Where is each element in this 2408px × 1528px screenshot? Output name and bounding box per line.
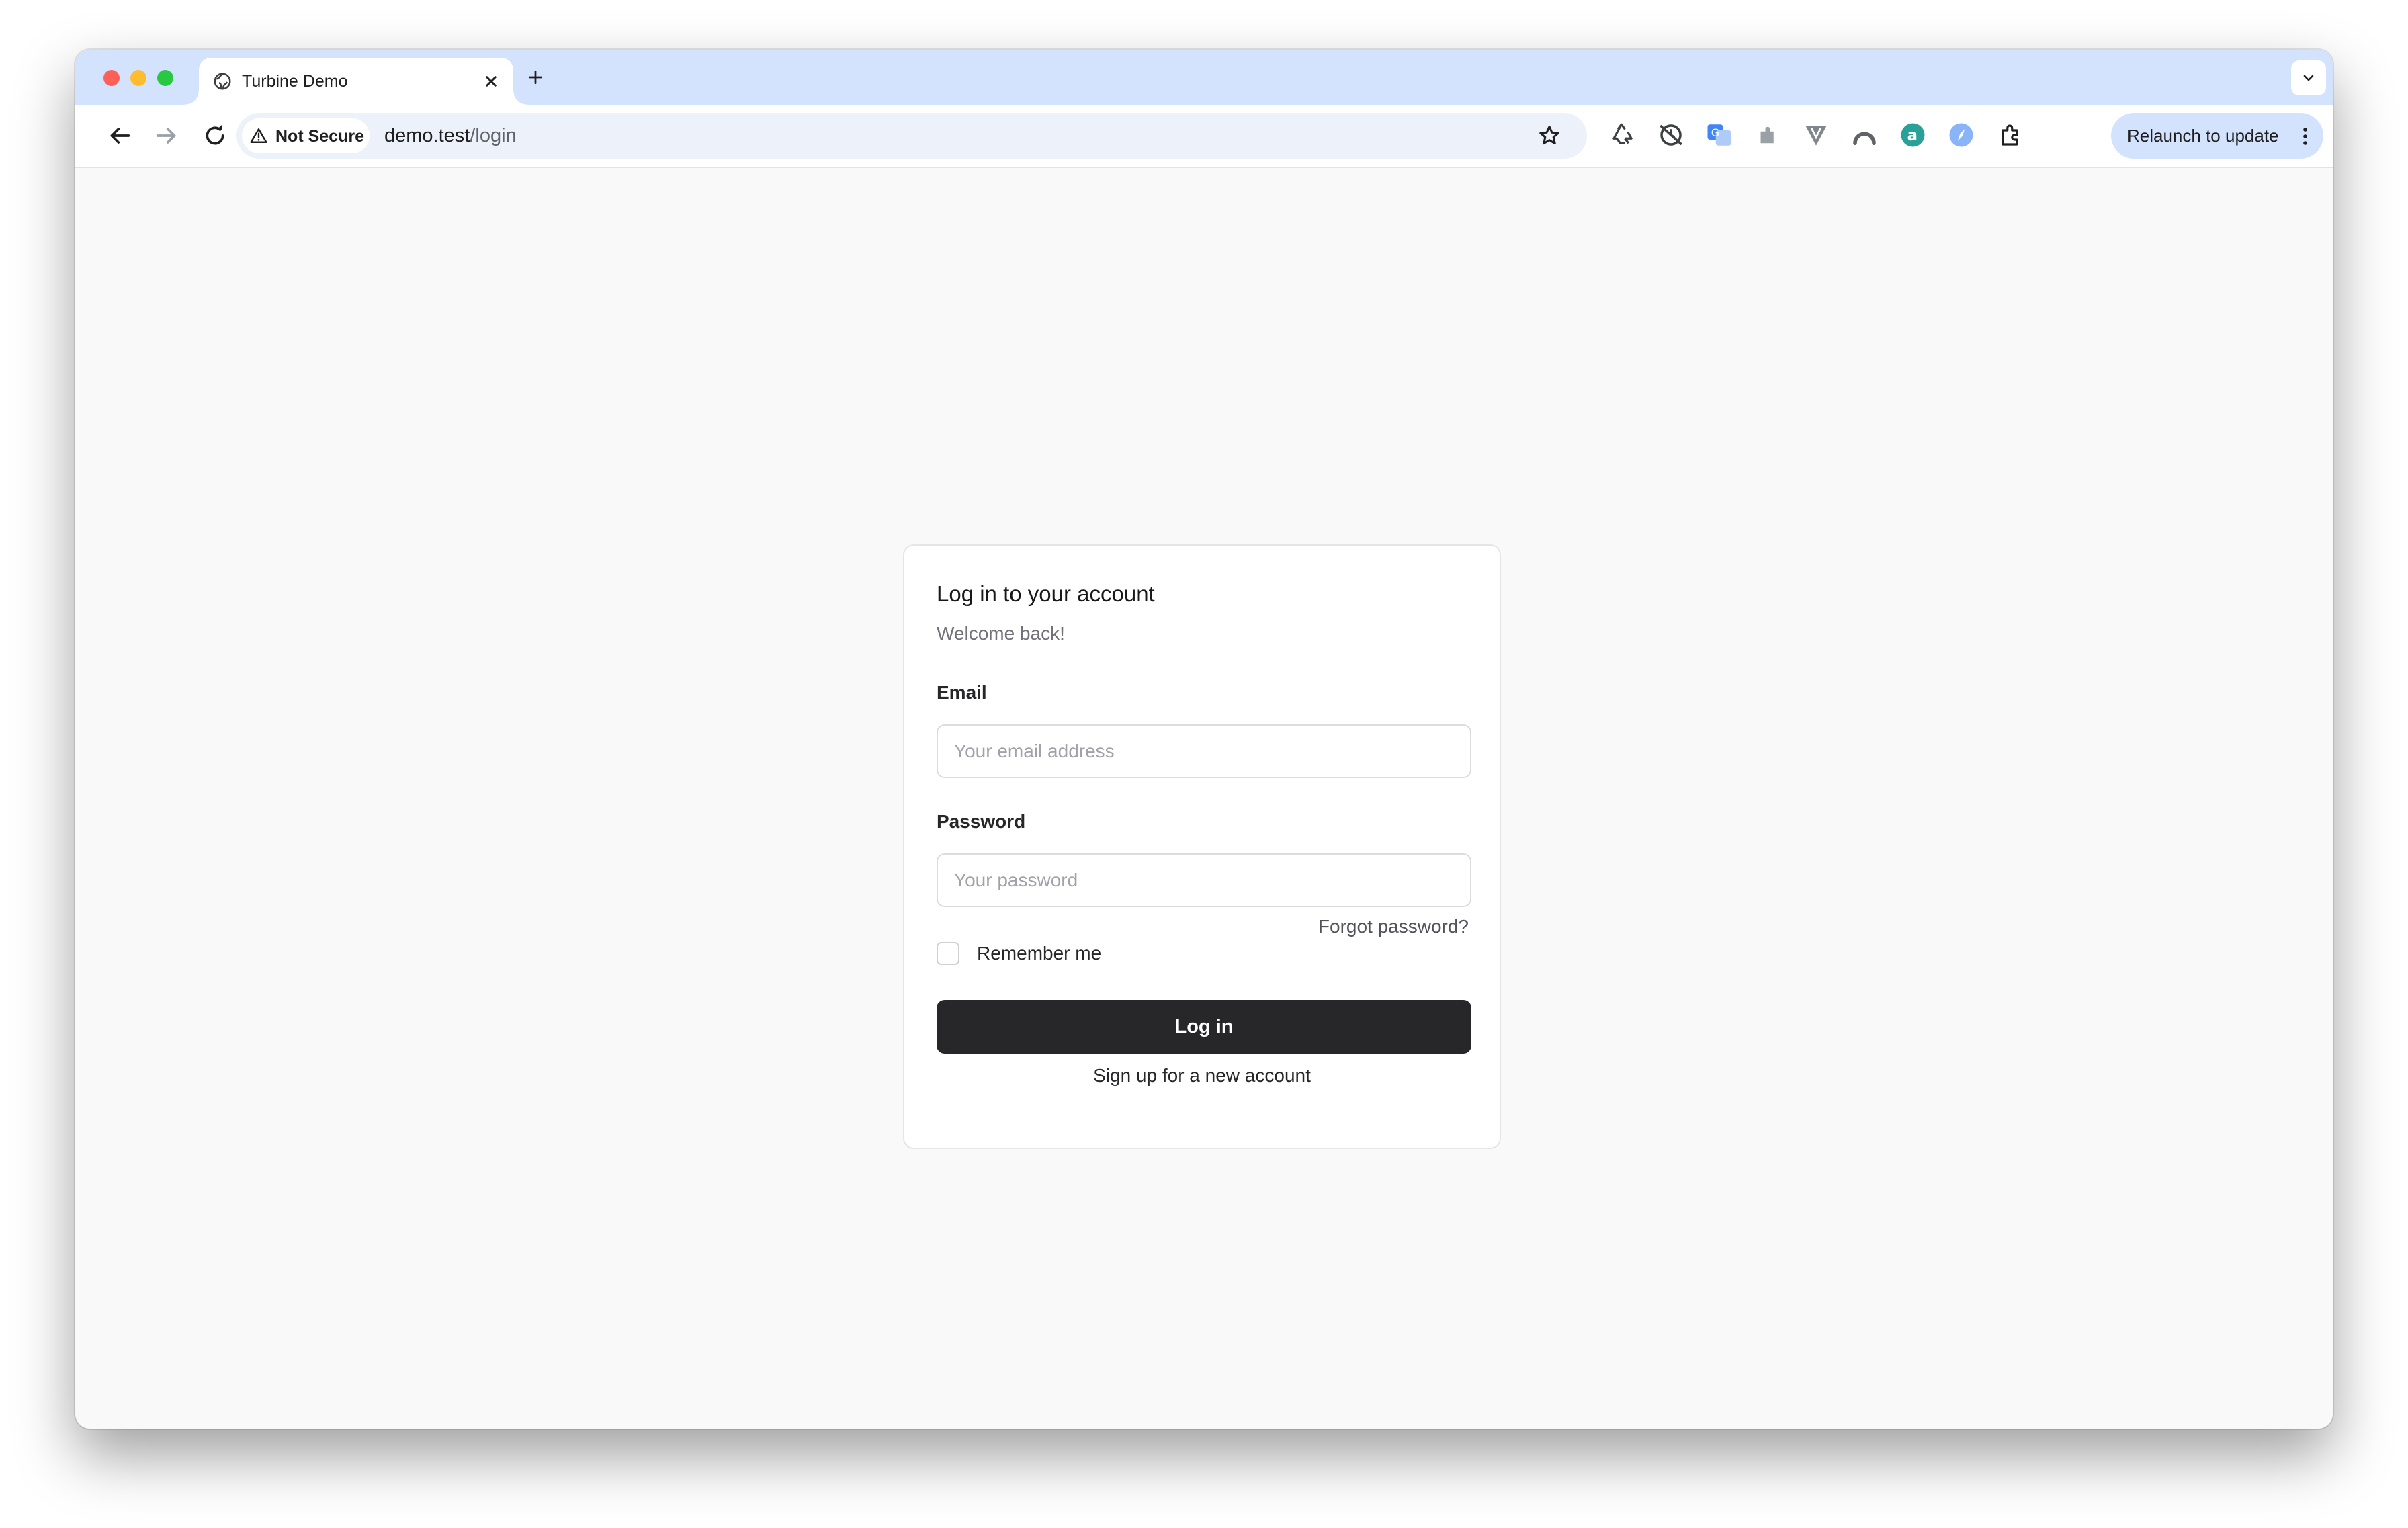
email-field[interactable] — [937, 724, 1471, 778]
forgot-password-link[interactable]: Forgot password? — [1318, 915, 1469, 938]
arc-icon[interactable] — [1850, 121, 1879, 149]
minimize-window-button[interactable] — [130, 70, 146, 86]
v-shield-icon[interactable] — [1802, 121, 1830, 149]
tab-strip: Turbine Demo — [75, 50, 2333, 105]
url-host: demo.test — [384, 125, 470, 146]
forward-arrow-icon[interactable] — [153, 122, 180, 149]
warning-triangle-icon — [250, 128, 267, 143]
more-vertical-icon — [2303, 128, 2307, 145]
security-chip[interactable]: Not Secure — [242, 118, 370, 153]
tab-search-button[interactable] — [2291, 60, 2326, 95]
email-label: Email — [937, 682, 987, 703]
url-path: /login — [470, 125, 517, 146]
bookmark-star-icon[interactable] — [1537, 124, 1561, 148]
signup-link[interactable]: Sign up for a new account — [904, 1064, 1500, 1087]
svg-text:G: G — [1711, 126, 1719, 139]
new-tab-icon[interactable] — [525, 67, 546, 87]
clock-sync-icon[interactable] — [1657, 121, 1685, 149]
close-window-button[interactable] — [103, 70, 120, 86]
browser-window: Turbine Demo Not Secure demo.test/login … — [75, 50, 2333, 1429]
login-card: Log in to your account Welcome back! Ema… — [903, 544, 1501, 1149]
password-label: Password — [937, 811, 1026, 832]
tab-turbine-demo[interactable]: Turbine Demo — [185, 58, 527, 105]
toolbar: Not Secure demo.test/login G a — [75, 105, 2333, 168]
zoom-window-button[interactable] — [157, 70, 173, 86]
translate-icon[interactable]: G — [1705, 121, 1733, 149]
address-bar[interactable]: Not Secure demo.test/login — [236, 113, 1587, 159]
close-tab-icon[interactable] — [481, 71, 501, 91]
password-field[interactable] — [937, 853, 1471, 907]
login-title: Log in to your account — [937, 581, 1155, 606]
extensions-icon[interactable] — [1997, 121, 2025, 149]
compass-icon[interactable] — [1947, 121, 1975, 149]
remember-me-label[interactable]: Remember me — [977, 942, 1101, 965]
back-arrow-icon[interactable] — [106, 122, 133, 149]
puzzle-piece-icon[interactable] — [1754, 121, 1782, 149]
recycle-icon[interactable] — [1608, 121, 1637, 149]
globe-icon — [214, 73, 231, 90]
svg-text:a: a — [1907, 127, 1918, 144]
security-chip-label: Not Secure — [275, 127, 364, 146]
tab-title: Turbine Demo — [242, 72, 348, 91]
login-button[interactable]: Log in — [937, 1000, 1471, 1054]
url-text[interactable]: demo.test/login — [384, 125, 517, 146]
a-circle-icon[interactable]: a — [1899, 121, 1927, 149]
chevron-down-icon — [2303, 75, 2314, 81]
relaunch-label: Relaunch to update — [2127, 126, 2279, 146]
remember-me-checkbox[interactable] — [937, 942, 959, 965]
page-content: Log in to your account Welcome back! Ema… — [75, 168, 2333, 1429]
relaunch-to-update-button[interactable]: Relaunch to update — [2111, 113, 2323, 159]
login-subtitle: Welcome back! — [937, 623, 1065, 644]
reload-icon[interactable] — [202, 122, 228, 149]
